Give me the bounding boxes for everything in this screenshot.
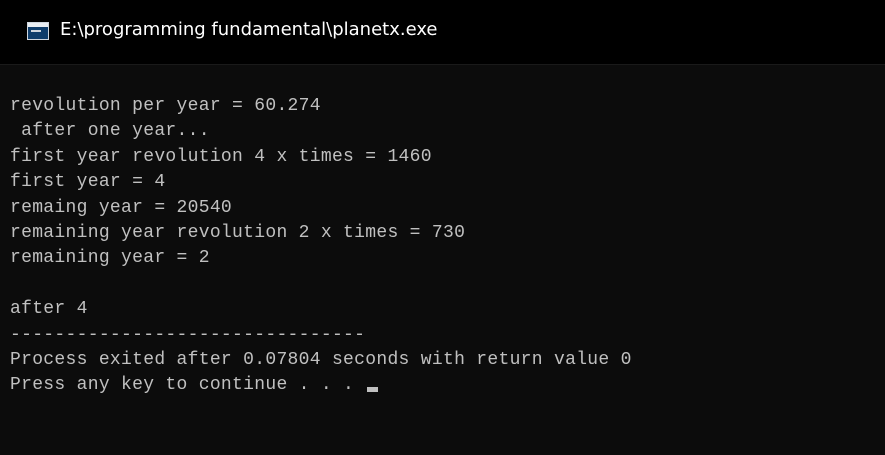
console-line: first year = 4	[10, 172, 166, 193]
console-line: remaining year = 2	[10, 248, 210, 269]
console-line: remaining year revolution 2 x times = 73…	[10, 222, 466, 243]
press-key-prompt-line: Press any key to continue . . .	[10, 373, 875, 398]
console-window: E:\programming fundamental\planetx.exe r…	[0, 0, 885, 455]
console-separator: --------------------------------	[10, 324, 366, 345]
console-line: after one year...	[10, 121, 210, 142]
text-cursor	[367, 387, 379, 393]
console-line: after 4	[10, 299, 88, 320]
console-output[interactable]: revolution per year = 60.274 after one y…	[10, 94, 875, 399]
console-line: first year revolution 4 x times = 1460	[10, 146, 432, 167]
console-line: remaing year = 20540	[10, 197, 233, 218]
process-exit-message: Process exited after 0.07804 seconds wit…	[10, 349, 632, 370]
title-bar[interactable]: E:\programming fundamental\planetx.exe	[0, 0, 885, 65]
window-title: E:\programming fundamental\planetx.exe	[60, 19, 438, 40]
console-app-icon	[27, 22, 49, 40]
press-key-prompt: Press any key to continue . . .	[10, 375, 366, 396]
console-line: revolution per year = 60.274	[10, 96, 321, 116]
